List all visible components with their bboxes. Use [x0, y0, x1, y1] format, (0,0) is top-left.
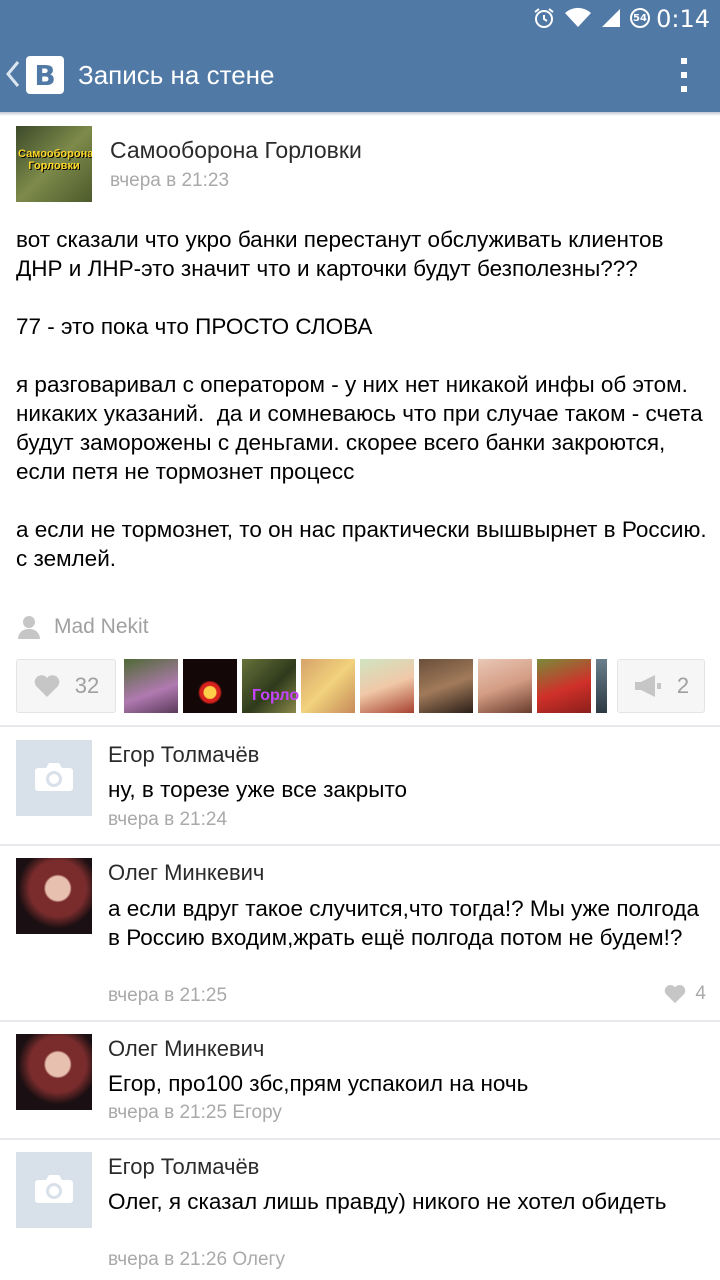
comment-text: а если вдруг такое случится,что тогда!? …: [108, 896, 706, 950]
divider: [0, 1020, 720, 1022]
comment-time: вчера в 21:25 Егору: [108, 1102, 282, 1123]
liker-avatar[interactable]: [360, 659, 414, 713]
comment-avatar[interactable]: [16, 1152, 92, 1228]
liker-avatar-label: Горло: [252, 687, 300, 704]
overflow-menu-icon[interactable]: [678, 58, 690, 92]
comment-text: ну, в торезе уже все закрыто: [108, 777, 408, 802]
liker-avatar[interactable]: [537, 659, 591, 713]
person-icon: [16, 614, 42, 640]
comment-author[interactable]: Егор Толмачёв: [108, 1154, 259, 1180]
post-signer[interactable]: Mad Nekit: [16, 614, 149, 640]
comment-text: Олег, я сказал лишь правду) никого не хо…: [108, 1189, 667, 1214]
alarm-icon: [534, 8, 554, 28]
action-bar: В Запись на стене: [0, 38, 720, 112]
liker-avatar[interactable]: [419, 659, 473, 713]
share-button[interactable]: 2: [617, 659, 705, 713]
divider: [0, 844, 720, 846]
like-button[interactable]: 32: [16, 659, 116, 713]
divider: [0, 725, 720, 727]
chevron-left-icon[interactable]: [4, 60, 22, 88]
status-bar: 54 0:14: [0, 0, 720, 38]
post-time: вчера в 21:23: [110, 170, 230, 191]
group-avatar[interactable]: Самооборона Горловки: [16, 126, 92, 202]
comment-author[interactable]: Егор Толмачёв: [108, 742, 259, 768]
camera-icon: [35, 763, 73, 791]
signal-icon: [602, 9, 620, 27]
wifi-icon: [565, 7, 591, 27]
comment-author[interactable]: Олег Минкевич: [108, 860, 264, 886]
liker-avatar[interactable]: [183, 659, 237, 713]
comment-time: вчера в 21:24: [108, 809, 228, 830]
comment-text: Егор, про100 збс,прям успакоил на ночь: [108, 1071, 529, 1096]
liker-avatar[interactable]: Горло: [242, 659, 300, 713]
liker-avatar[interactable]: [478, 659, 532, 713]
post-text: вот сказали что укро банки перестанут об…: [16, 227, 707, 571]
heart-icon: [665, 985, 686, 1004]
post-author[interactable]: Самооборона Горловки: [110, 137, 362, 164]
comment-author[interactable]: Олег Минкевич: [108, 1036, 264, 1062]
action-bar-shadow: [0, 112, 720, 116]
comment-avatar[interactable]: [16, 858, 92, 934]
liker-avatar[interactable]: [124, 659, 178, 713]
liker-avatar[interactable]: [301, 659, 355, 713]
comment-time: вчера в 21:26 Олегу: [108, 1249, 285, 1270]
comment-time: вчера в 21:25: [108, 985, 228, 1006]
share-count: 2: [676, 673, 690, 698]
clock: 0:14: [656, 5, 710, 33]
status-icons: 54: [532, 6, 650, 30]
comment-like-count: 4: [695, 983, 706, 1004]
liker-avatar[interactable]: [596, 659, 607, 713]
battery-icon: 54: [630, 8, 650, 28]
camera-icon: [35, 1175, 73, 1203]
comment-like[interactable]: 4: [663, 983, 706, 1005]
comment-avatar[interactable]: [16, 1034, 92, 1110]
megaphone-icon: [634, 675, 661, 697]
divider: [0, 1138, 720, 1140]
signer-name: Mad Nekit: [54, 615, 149, 638]
avatar-label: Самооборона Горловки: [18, 148, 92, 172]
comment-avatar[interactable]: [16, 740, 92, 816]
heart-icon: [34, 675, 60, 697]
like-count: 32: [74, 673, 100, 698]
page-title: Запись на стене: [78, 60, 275, 90]
vk-logo[interactable]: В: [26, 56, 64, 94]
